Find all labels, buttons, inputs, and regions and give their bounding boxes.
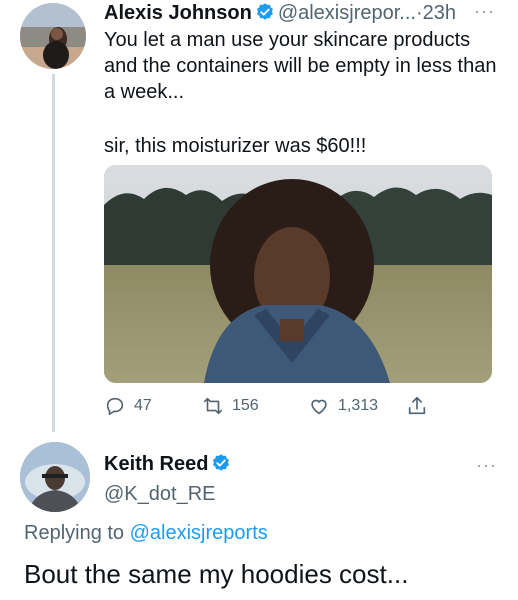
verified-badge-icon [255, 2, 275, 27]
author-handle[interactable]: @alexisjrepor... [278, 2, 416, 24]
reply-icon [106, 397, 124, 416]
author-name[interactable]: Alexis Johnson [104, 2, 252, 24]
avatar-alexis-johnson[interactable] [20, 3, 86, 69]
reply-author-name-row: Keith Reed [104, 452, 234, 479]
tweet-timestamp[interactable]: 23h [423, 2, 456, 24]
avatar-photo [20, 3, 86, 69]
like-count: 1,313 [338, 397, 379, 414]
retweet-button[interactable]: 156 [202, 392, 259, 420]
thread-connector-line [52, 74, 55, 432]
reply-author-handle[interactable]: @K_dot_RE [104, 482, 215, 506]
reply-author-name[interactable]: Keith Reed [104, 453, 208, 475]
separator-dot: · [415, 2, 423, 24]
share-icon [408, 396, 426, 415]
avatar-photo [20, 442, 90, 512]
tweet-text-line-1: You let a man use your skincare products… [104, 29, 497, 103]
tweet-media-image[interactable] [104, 165, 492, 383]
more-options-icon[interactable]: ··· [476, 455, 497, 476]
share-button[interactable] [406, 392, 436, 420]
tweet-header: Alexis Johnson @alexisjrepor...·23h [104, 2, 504, 24]
replying-to-prefix: Replying to [24, 522, 125, 544]
avatar-keith-reed[interactable] [20, 442, 90, 512]
replying-to-link[interactable]: @alexisjreports [130, 522, 268, 544]
more-options-icon[interactable]: ··· [474, 1, 495, 22]
reply-count: 47 [134, 397, 152, 414]
like-button[interactable]: 1,313 [308, 392, 378, 420]
reply-text: Bout the same my hoodies cost... [24, 559, 409, 589]
retweet-icon [203, 397, 223, 415]
tweet-actions-bar: 47 156 1,313 [104, 392, 504, 420]
retweet-count: 156 [232, 397, 259, 414]
photo-icon [104, 165, 492, 383]
verified-badge-icon [211, 453, 231, 479]
replying-to-line: Replying to @alexisjreports [24, 521, 268, 545]
tweet-text-line-2: sir, this moisturizer was $60!!! [104, 135, 367, 157]
reply-button[interactable]: 47 [104, 392, 152, 420]
heart-icon [311, 399, 327, 415]
